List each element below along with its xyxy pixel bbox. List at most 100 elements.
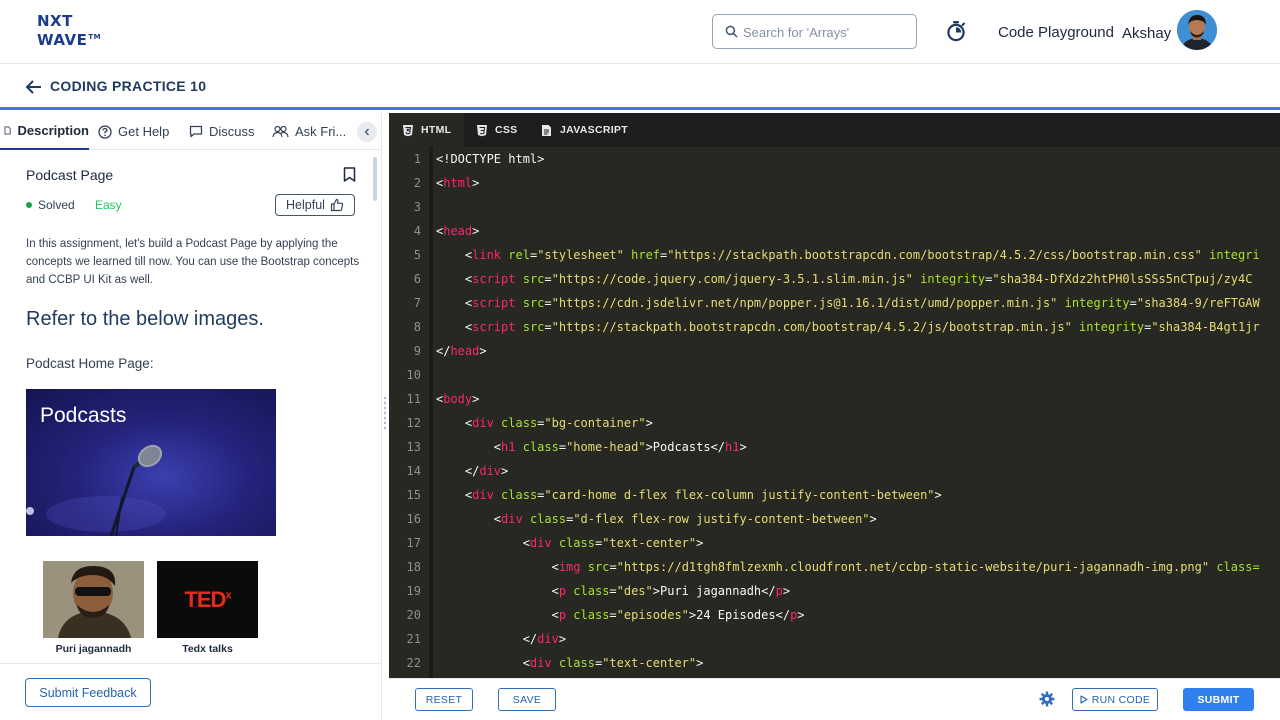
code-line[interactable]: 2 <html> — [389, 171, 1280, 195]
line-number: 3 — [413, 200, 421, 214]
code-token: p — [775, 584, 783, 598]
bookmark-icon[interactable] — [343, 167, 356, 182]
stopwatch-icon[interactable] — [945, 20, 967, 42]
submit-button[interactable]: SUBMIT — [1183, 688, 1254, 711]
line-number: 18 — [406, 560, 421, 574]
code-line[interactable]: 11 <body> — [389, 387, 1280, 411]
code-token: div — [537, 632, 559, 646]
code-token: p — [558, 608, 567, 622]
code-line[interactable]: 10 — [389, 363, 1280, 387]
line-number: 8 — [413, 320, 421, 334]
code-line[interactable]: 4 <head> — [389, 219, 1280, 243]
search-input[interactable] — [743, 21, 908, 43]
code-line[interactable]: 5 <link rel="stylesheet" href="https://s… — [389, 243, 1280, 267]
solved-label: Solved — [38, 198, 75, 212]
code-token: head — [443, 224, 473, 238]
line-number: 7 — [413, 296, 421, 310]
editor-tab-css[interactable]: CSS — [476, 113, 518, 147]
run-code-button[interactable]: RUN CODE — [1072, 688, 1158, 711]
code-token: <!DOCTYPE html> — [436, 152, 545, 166]
resize-handle[interactable] — [383, 397, 387, 431]
tab-discuss[interactable]: Discuss — [189, 113, 255, 150]
code-line[interactable]: 9 </head> — [389, 339, 1280, 363]
line-code: <div class="d-flex flex-row justify-cont… — [436, 507, 877, 531]
code-token: "card-home d-flex flex-column justify-co… — [544, 488, 935, 502]
line-code: </div> — [436, 459, 508, 483]
code-token: < — [436, 560, 559, 574]
code-token: "https://stackpath.bootstrapcdn.com/boot… — [551, 320, 1072, 334]
code-token: src — [522, 296, 545, 310]
code-line[interactable]: 20 <p class="episodes">24 Episodes</p> — [389, 603, 1280, 627]
logo-tm: TM — [88, 33, 102, 41]
code-token: > — [797, 608, 805, 622]
code-line[interactable]: 12 <div class="bg-container"> — [389, 411, 1280, 435]
editor-tab-html[interactable]: HTML — [389, 113, 464, 147]
code-token: = — [1129, 296, 1137, 310]
question-content[interactable]: Podcast Page Solved Easy Helpful In this… — [0, 151, 380, 663]
search-box[interactable] — [712, 14, 917, 49]
gear-icon[interactable] — [1039, 691, 1055, 707]
code-line[interactable]: 8 <script src="https://stackpath.bootstr… — [389, 315, 1280, 339]
tab-description[interactable]: Description — [0, 113, 89, 150]
code-line[interactable]: 17 <div class="text-center"> — [389, 531, 1280, 555]
code-line[interactable]: 15 <div class="card-home d-flex flex-col… — [389, 483, 1280, 507]
save-button[interactable]: SAVE — [498, 688, 556, 711]
reset-button[interactable]: RESET — [415, 688, 473, 711]
ted-text: TED — [184, 586, 226, 612]
editor-bottom-bar: RESET SAVE RUN CODE SUBMIT — [389, 678, 1280, 720]
code-token: > — [934, 488, 942, 502]
line-number: 22 — [406, 656, 421, 670]
chat-icon — [189, 125, 203, 138]
code-token: < — [436, 488, 473, 502]
nxtwave-logo[interactable]: NXT WAVETM — [37, 13, 107, 48]
helpful-button[interactable]: Helpful — [275, 194, 355, 216]
code-token: "text-center" — [602, 536, 697, 550]
code-area[interactable]: 1 <!DOCTYPE html> 2 <html> 3 4 <head> 5 <link r… — [389, 147, 1280, 678]
tab-get-help[interactable]: Get Help — [98, 113, 169, 150]
code-line[interactable]: 22 <div class="text-center"> — [389, 651, 1280, 675]
tab-ask-friends[interactable]: Ask Fri... — [272, 113, 346, 150]
code-token: < — [436, 512, 502, 526]
question-tabs: Description Get Help Discuss Ask Fri... — [0, 113, 382, 150]
code-line[interactable]: 7 <script src="https://cdn.jsdelivr.net/… — [389, 291, 1280, 315]
back-arrow-icon[interactable] — [25, 79, 43, 95]
line-number: 11 — [406, 392, 421, 406]
code-line[interactable]: 1 <!DOCTYPE html> — [389, 147, 1280, 171]
line-code: <link rel="stylesheet" href="https://sta… — [436, 243, 1260, 267]
code-token: </ — [436, 344, 451, 358]
code-line[interactable]: 14 </div> — [389, 459, 1280, 483]
description-icon — [4, 126, 11, 135]
code-line[interactable]: 18 <img src="https://d1tgh8fmlzexmh.clou… — [389, 555, 1280, 579]
code-line[interactable]: 21 </div> — [389, 627, 1280, 651]
code-line[interactable]: 6 <script src="https://code.jquery.com/j… — [389, 267, 1280, 291]
scrollbar-thumb[interactable] — [373, 157, 377, 201]
line-code: <img src="https://d1tgh8fmlzexmh.cloudfr… — [436, 555, 1260, 579]
code-line[interactable]: 13 <h1 class="home-head">Podcasts</h1> — [389, 435, 1280, 459]
editor-tab-javascript[interactable]: JAVASCRIPT — [540, 113, 628, 147]
code-token: > — [696, 656, 704, 670]
question-panel: Description Get Help Discuss Ask Fri... … — [0, 113, 382, 720]
question-footer: Submit Feedback — [0, 663, 381, 720]
code-line[interactable]: 19 <p class="des">Puri jagannadh</p> — [389, 579, 1280, 603]
username[interactable]: Akshay — [1122, 25, 1171, 42]
code-line[interactable]: 16 <div class="d-flex flex-row justify-c… — [389, 507, 1280, 531]
code-line[interactable]: 3 — [389, 195, 1280, 219]
css3-icon — [477, 124, 487, 136]
submit-feedback-button[interactable]: Submit Feedback — [25, 678, 151, 707]
javascript-file-icon — [542, 124, 551, 136]
search-icon — [725, 25, 738, 38]
code-token: "home-head" — [566, 440, 646, 454]
code-token: h1 — [725, 440, 740, 454]
code-token: < — [436, 584, 559, 598]
collapse-panel-button[interactable] — [357, 122, 377, 142]
user-avatar[interactable] — [1177, 10, 1217, 50]
code-playground-link[interactable]: Code Playground — [998, 24, 1114, 41]
code-token: "https://cdn.jsdelivr.net/npm/popper.js@… — [551, 296, 1058, 310]
code-token: "des" — [616, 584, 653, 598]
